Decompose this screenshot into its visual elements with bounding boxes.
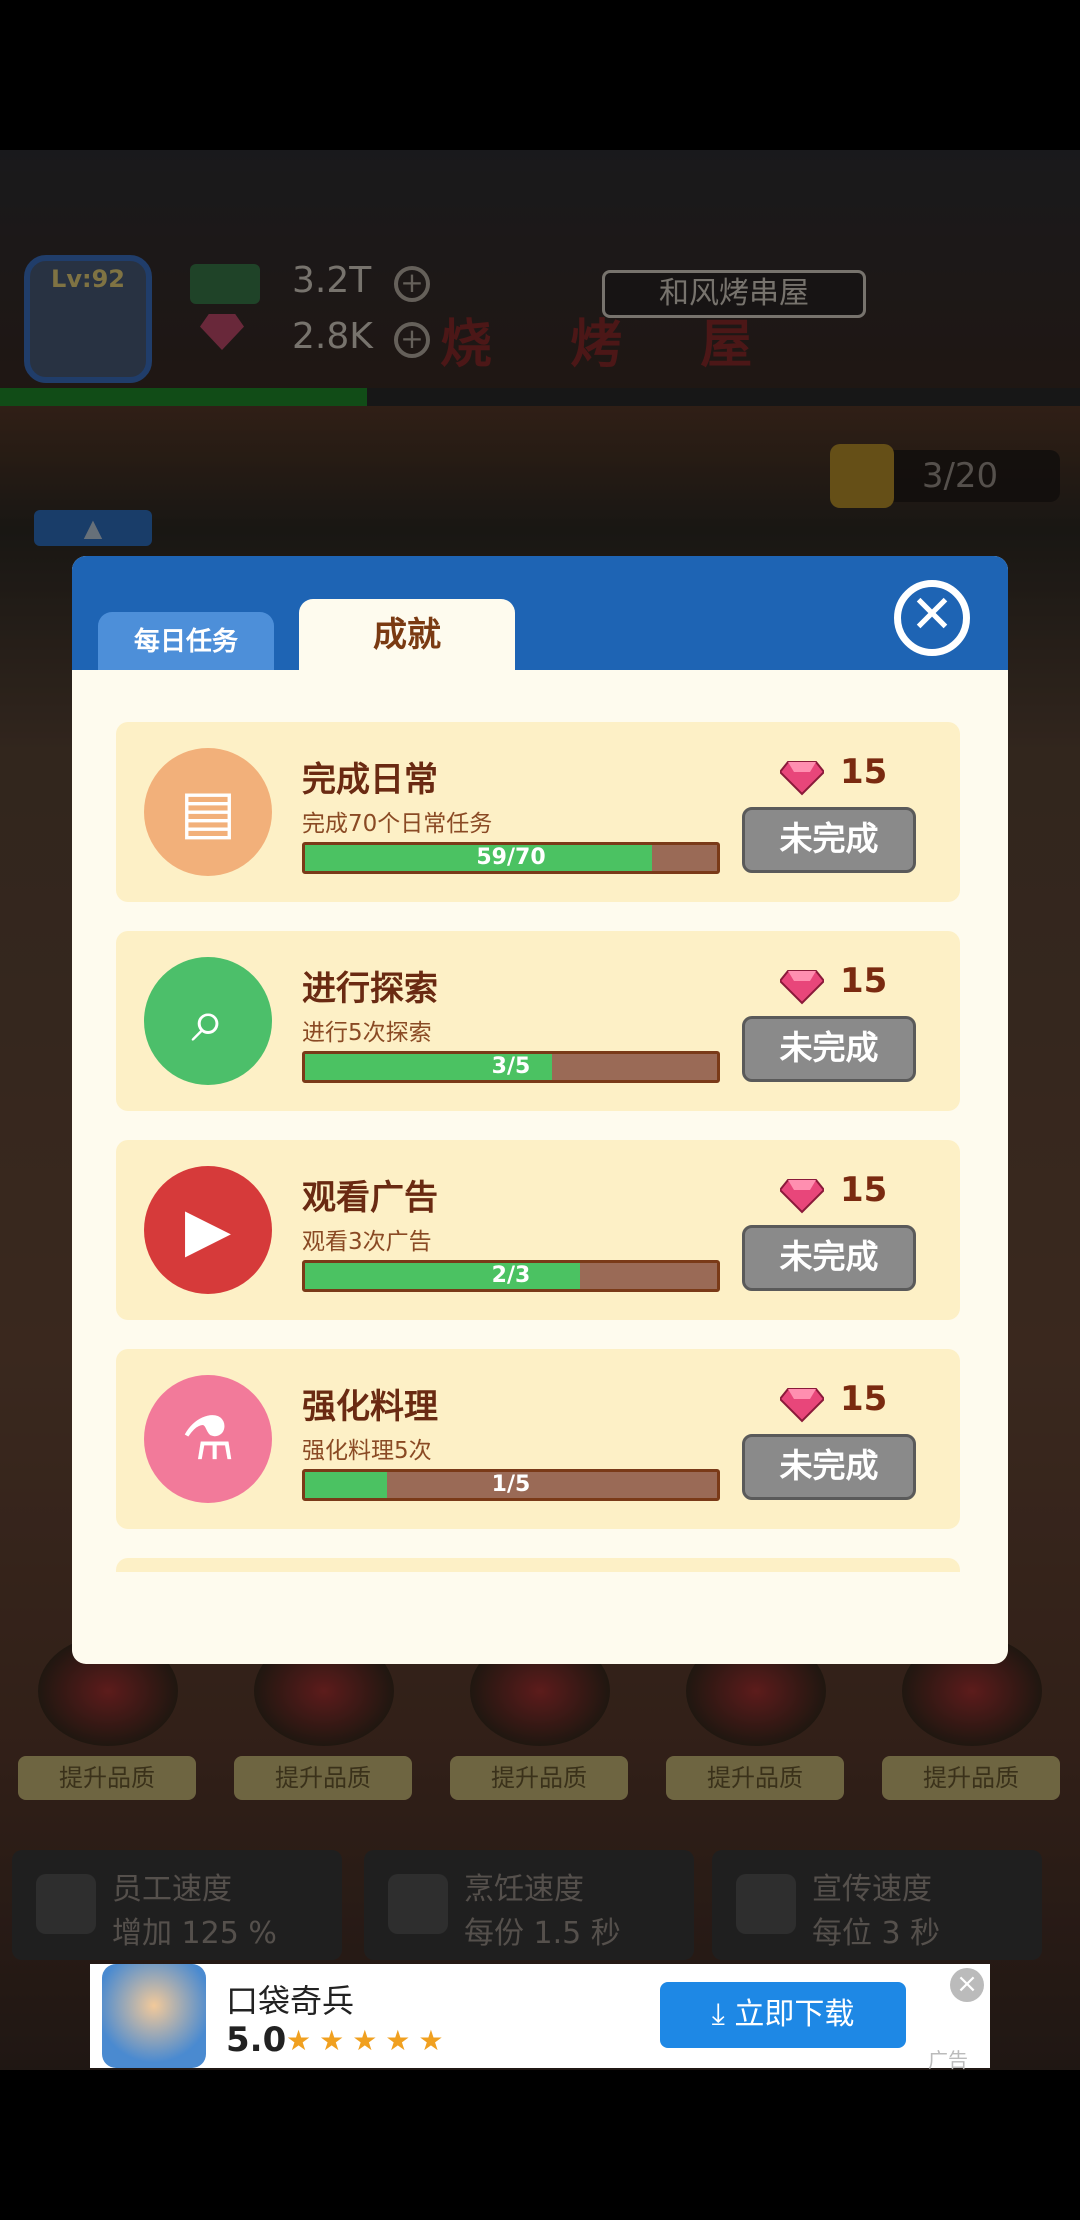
achievement-title: 进行探索 [302,969,438,1009]
achievement-card: ⌕ 进行探索进行5次探索 3/5 15 未完成 [116,931,960,1111]
claim-status-button[interactable]: 未完成 [742,807,916,873]
screen: Lv:92 3.2T + 2.8K + 烧 烤 屋 和风烤串屋 3/20 ▲ 提… [0,0,1080,2220]
reward-amount: 15 [840,961,888,1001]
claim-status-button[interactable]: 未完成 [742,1434,916,1500]
reward-amount: 15 [840,1170,888,1210]
achievement-desc: 观看3次广告 [302,1229,432,1255]
tab-daily-tasks[interactable]: 每日任务 [98,612,274,670]
ad-download-label: 立即下载 [734,1997,855,2032]
ad-rating: 5.0 [226,2020,287,2060]
reward-amount: 15 [840,1379,888,1419]
gem-icon [780,1179,824,1214]
tab-achievements[interactable]: 成就 [299,599,515,671]
ad-download-button[interactable]: ⤓ 立即下载 [660,1982,906,2048]
gem-icon [780,761,824,796]
achievement-desc: 进行5次探索 [302,1020,432,1046]
progress-label: 59/70 [476,845,546,870]
achievement-title: 强化料理 [302,1387,438,1427]
achievement-card: ▶ 观看广告观看3次广告 2/3 15 未完成 [116,1140,960,1320]
progress-bar: 2/3 [302,1260,720,1292]
achievements-dialog: 每日任务 成就 ✕ ▤ 完成日常完成70个日常任务 59/70 15 未完成 ⌕ 进行探索进… [72,556,1008,1664]
gem-icon [780,1388,824,1423]
map-search-icon: ⌕ [144,957,272,1085]
achievement-title: 观看广告 [302,1178,438,1218]
progress-bar: 59/70 [302,842,720,874]
progress-bar: 3/5 [302,1051,720,1083]
ad-banner[interactable]: 口袋奇兵 5.0 ★★★★★ ⤓ 立即下载 × 广告 [90,1964,990,2072]
reward-amount: 15 [840,752,888,792]
video-play-icon: ▶ [144,1166,272,1294]
achievement-list[interactable]: ▤ 完成日常完成70个日常任务 59/70 15 未完成 ⌕ 进行探索进行5次探索 3/5 15… [116,722,960,1572]
calendar-icon: ▤ [144,748,272,876]
salt-shaker-icon: ⚗ [144,1375,272,1503]
claim-status-button[interactable]: 未完成 [742,1225,916,1291]
gem-icon [780,970,824,1005]
achievement-title: 完成日常 [302,760,438,800]
achievement-desc: 完成70个日常任务 [302,811,493,837]
achievement-card: ▤ 完成日常完成70个日常任务 59/70 15 未完成 [116,722,960,902]
ad-app-icon[interactable] [102,1964,206,2068]
download-icon: ⤓ [711,1997,735,2032]
achievement-card-partial [116,1558,960,1572]
ad-stars: ★★★★★ [286,2024,452,2057]
ad-tag: 广告 [928,2048,968,2072]
progress-label: 1/5 [491,1472,531,1497]
progress-label: 2/3 [491,1263,531,1288]
progress-label: 3/5 [491,1054,531,1079]
progress-bar: 1/5 [302,1469,720,1501]
ad-app-name: 口袋奇兵 [226,1982,355,2020]
achievement-card: ⚗ 强化料理强化料理5次 1/5 15 未完成 [116,1349,960,1529]
ad-close-icon[interactable]: × [950,1968,984,2002]
achievement-desc: 强化料理5次 [302,1438,432,1464]
claim-status-button[interactable]: 未完成 [742,1016,916,1082]
close-icon[interactable]: ✕ [894,580,970,656]
